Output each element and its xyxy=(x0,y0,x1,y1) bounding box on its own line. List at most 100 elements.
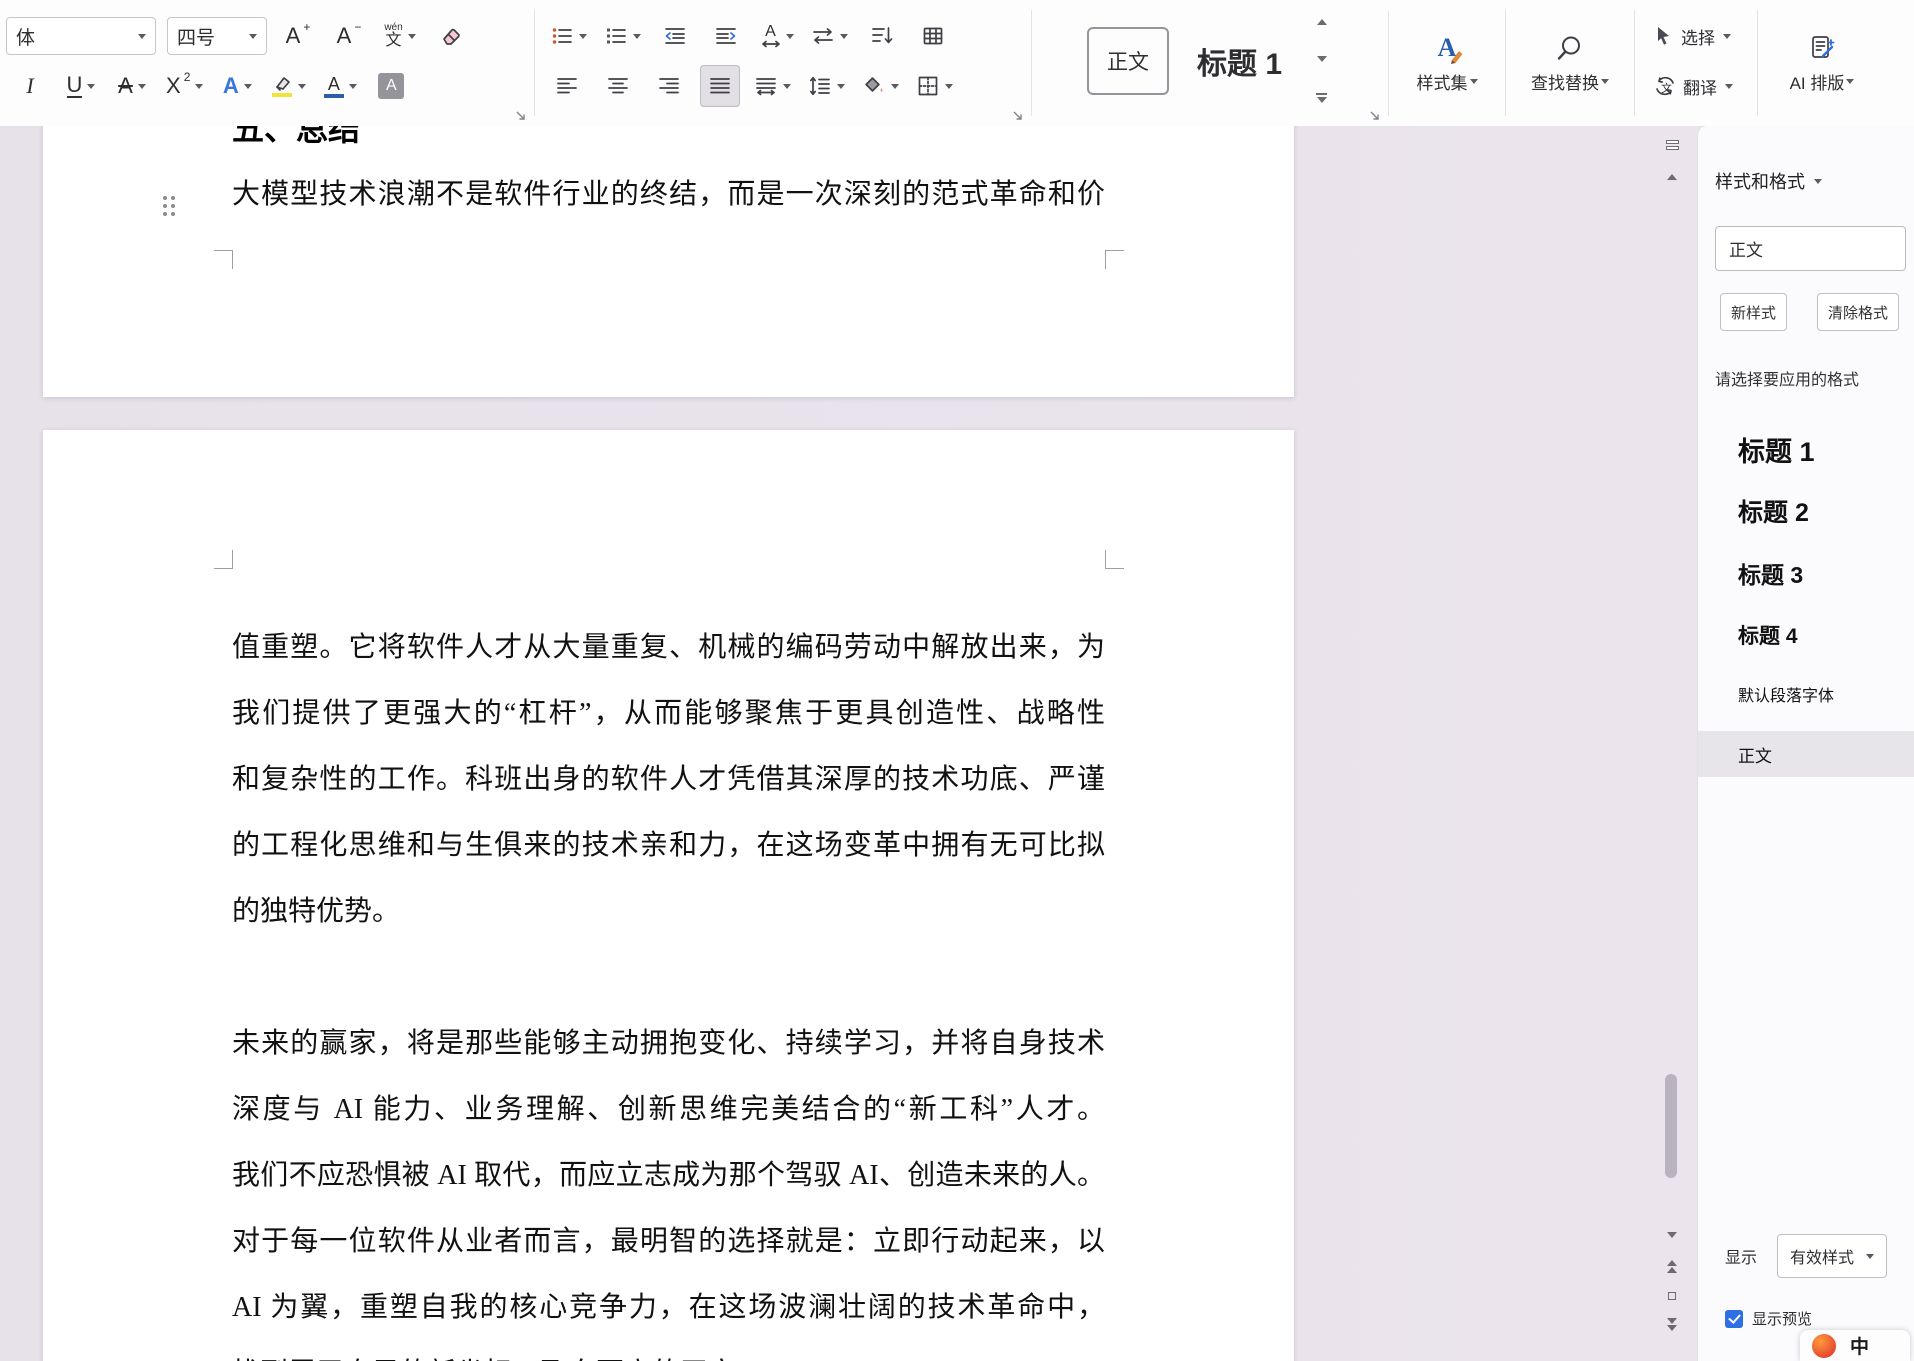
grow-font-button[interactable]: A + xyxy=(278,15,318,57)
styles-dialog-launcher[interactable] xyxy=(1369,110,1382,123)
document-line[interactable]: 我们不应恐惧被 AI 取代，而应立志成为那个驾驭 AI、创造未来的人。 xyxy=(232,1143,1105,1209)
table-grid-button[interactable] xyxy=(913,15,953,57)
scrollbar-thumb[interactable] xyxy=(1665,1074,1677,1178)
pinyin-guide-button[interactable]: wén 文 xyxy=(380,15,420,57)
underline-button[interactable]: U xyxy=(61,65,101,107)
paragraph-dialog-launcher[interactable] xyxy=(1012,110,1025,123)
next-page-button[interactable] xyxy=(1660,1318,1684,1331)
document-line[interactable]: 的工程化思维和与生俱来的技术亲和力，在这场变革中拥有无可比拟 xyxy=(232,813,1105,879)
text-direction-button[interactable] xyxy=(808,15,851,57)
character-scale-button[interactable]: A xyxy=(757,15,797,57)
chevron-down-icon xyxy=(407,33,416,39)
document-line[interactable]: 和复杂性的工作。科班出身的软件人才凭借其深厚的技术功底、严谨 xyxy=(232,747,1105,813)
align-right-button[interactable] xyxy=(649,65,689,107)
style-item-heading3[interactable]: 标题 3 xyxy=(1698,542,1914,604)
chevron-down-icon xyxy=(579,33,587,39)
sort-button[interactable] xyxy=(862,15,902,57)
panel-title-row[interactable]: 样式和格式 xyxy=(1715,168,1822,194)
cursor-icon xyxy=(1658,27,1669,45)
increase-indent-button[interactable] xyxy=(706,15,746,57)
previous-page-button[interactable] xyxy=(1660,1260,1684,1273)
paragraph-1[interactable]: 值重塑。它将软件人才从大量重复、机械的编码劳动中解放出来，为 我们提供了更强大的… xyxy=(232,615,1105,945)
highlight-color-button[interactable] xyxy=(268,65,309,107)
document-canvas[interactable]: 五、总结 大模型技术浪潮不是软件行业的终结，而是一次深刻的范式革命和价 值重塑。… xyxy=(0,126,1697,1361)
chevron-up-icon xyxy=(1316,19,1327,25)
document-line[interactable]: 未来的赢家，将是那些能够主动拥抱变化、持续学习，并将自身技术 xyxy=(232,1011,1105,1077)
document-page-2[interactable]: 值重塑。它将软件人才从大量重复、机械的编码劳动中解放出来，为 我们提供了更强大的… xyxy=(43,430,1294,1361)
show-label: 显示 xyxy=(1725,1250,1758,1267)
style-chip-normal[interactable]: 正文 xyxy=(1086,27,1169,95)
italic-button[interactable]: I xyxy=(10,65,50,107)
vertical-scrollbar[interactable] xyxy=(1660,126,1684,1361)
font-color-button[interactable]: A xyxy=(320,65,360,107)
gallery-scroll-up-button[interactable] xyxy=(1314,17,1329,27)
panel-title: 样式和格式 xyxy=(1715,172,1805,192)
decrease-indent-button[interactable] xyxy=(655,15,695,57)
shrink-font-button[interactable]: A − xyxy=(329,15,369,57)
show-preview-checkbox[interactable] xyxy=(1725,1309,1743,1328)
justify-button[interactable] xyxy=(700,65,740,107)
current-style-value: 正文 xyxy=(1729,241,1763,260)
select-button[interactable]: 选择 xyxy=(1647,14,1745,58)
show-styles-combo[interactable]: 有效样式 xyxy=(1777,1234,1888,1278)
distribute-button[interactable] xyxy=(751,65,794,107)
borders-button[interactable] xyxy=(913,65,956,107)
current-style-box[interactable]: 正文 xyxy=(1715,226,1906,271)
translate-button[interactable]: 文 翻译 xyxy=(1647,64,1745,108)
align-left-button[interactable] xyxy=(547,65,587,107)
align-center-button[interactable] xyxy=(598,65,638,107)
clear-format-button[interactable] xyxy=(431,15,471,57)
select-label: 选择 xyxy=(1681,28,1715,48)
eraser-icon xyxy=(443,28,460,45)
style-item-normal-selected[interactable]: 正文 xyxy=(1698,731,1914,777)
paragraph-drag-handle[interactable] xyxy=(163,196,175,216)
superscript-button[interactable]: X 2 xyxy=(163,65,206,107)
find-replace-button[interactable]: 查找替换 xyxy=(1508,0,1632,126)
shading-button[interactable] xyxy=(859,65,902,107)
document-line[interactable]: 的独特优势。 xyxy=(232,879,1105,945)
document-line[interactable]: 对于每一位软件从业者而言，最明智的选择就是：立即行动起来，以 xyxy=(232,1209,1105,1275)
ruler-toggle-button[interactable] xyxy=(1660,140,1684,150)
document-line[interactable]: 大模型技术浪潮不是软件行业的终结，而是一次深刻的范式革命和价 xyxy=(232,162,1105,228)
select-browse-object-button[interactable] xyxy=(1660,1292,1684,1300)
clear-format-panel-button[interactable]: 清除格式 xyxy=(1817,293,1900,331)
scroll-up-button[interactable] xyxy=(1660,174,1684,180)
new-style-button[interactable]: 新样式 xyxy=(1720,293,1788,331)
character-shading-button[interactable]: A xyxy=(371,65,411,107)
toolbar-separator xyxy=(1031,10,1032,116)
bullet-list-icon xyxy=(552,28,572,44)
document-page-1[interactable]: 五、总结 大模型技术浪潮不是软件行业的终结，而是一次深刻的范式革命和价 xyxy=(43,126,1294,397)
select-translate-group: 选择 文 翻译 xyxy=(1637,0,1755,126)
numbered-list-button[interactable] xyxy=(601,15,644,57)
scroll-down-button[interactable] xyxy=(1660,1232,1684,1238)
character-shading-icon: A xyxy=(378,73,405,99)
ime-language-indicator[interactable]: 中 xyxy=(1850,1332,1869,1359)
chevron-down-icon xyxy=(249,33,257,39)
ai-layout-button[interactable]: AI 排版 xyxy=(1760,0,1884,126)
paragraph-2[interactable]: 未来的赢家，将是那些能够主动拥抱变化、持续学习，并将自身技术 深度与 AI 能力… xyxy=(232,1011,1105,1361)
document-line[interactable]: 深度与 AI 能力、业务理解、创新思维完美结合的“新工科”人才。 xyxy=(232,1077,1105,1143)
section-heading-clipped[interactable]: 五、总结 xyxy=(232,126,360,150)
line-spacing-button[interactable] xyxy=(805,65,848,107)
style-item-heading1[interactable]: 标题 1 xyxy=(1698,418,1914,480)
style-item-heading4[interactable]: 标题 4 xyxy=(1698,604,1914,666)
gallery-scroll-down-button[interactable] xyxy=(1314,54,1329,64)
text-effects-button[interactable]: A xyxy=(217,65,257,107)
document-line[interactable]: AI 为翼，重塑自我的核心竞争力，在这场波澜壮阔的技术革命中， xyxy=(232,1275,1105,1341)
style-item-default-font[interactable]: 默认段落字体 xyxy=(1698,666,1914,721)
style-set-button[interactable]: A 样式集 xyxy=(1391,0,1503,126)
font-size-combo[interactable]: 四号 xyxy=(167,17,267,55)
toolbar-separator xyxy=(1757,10,1758,116)
style-chip-heading1[interactable]: 标题 1 xyxy=(1179,29,1300,93)
style-item-heading2[interactable]: 标题 2 xyxy=(1698,480,1914,542)
strikethrough-button[interactable]: A xyxy=(112,65,152,107)
document-line[interactable]: 值重塑。它将软件人才从大量重复、机械的编码劳动中解放出来，为 xyxy=(232,615,1105,681)
ime-toolbar[interactable]: 中 xyxy=(1800,1330,1910,1361)
document-line[interactable]: 我们提供了更强大的“杠杆”，从而能够聚焦于更具创造性、战略性 xyxy=(232,681,1105,747)
bullet-list-button[interactable] xyxy=(547,15,590,57)
font-dialog-launcher[interactable] xyxy=(515,110,528,123)
gallery-expand-button[interactable] xyxy=(1314,91,1329,105)
font-family-combo[interactable]: 体 xyxy=(6,17,156,55)
align-center-icon xyxy=(608,78,628,94)
document-line[interactable]: 找到属于自己的新坐标，飞向更高的天空。 xyxy=(232,1341,1105,1361)
